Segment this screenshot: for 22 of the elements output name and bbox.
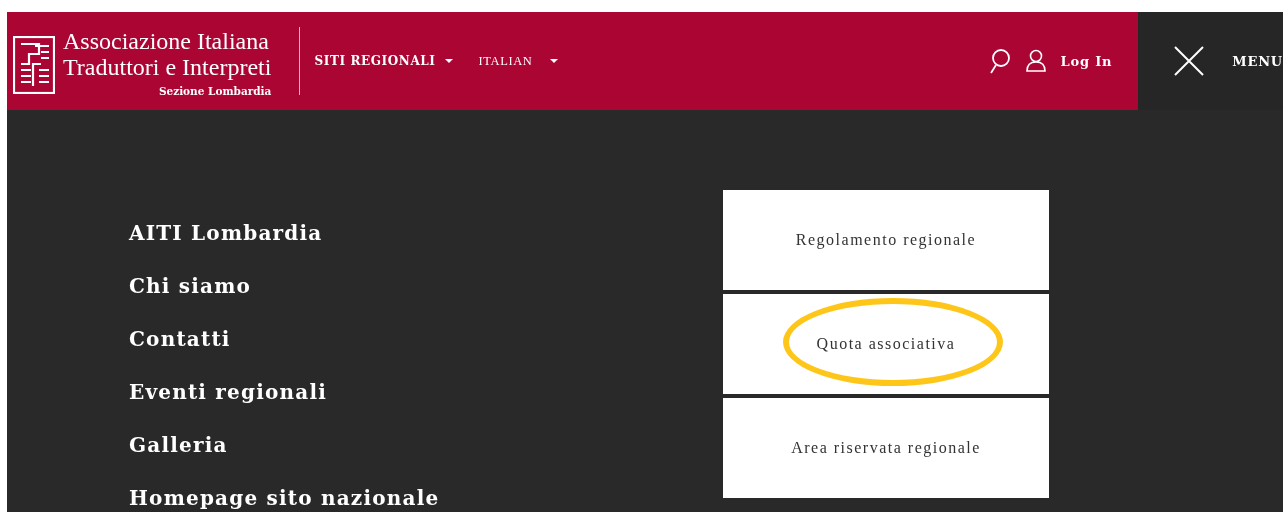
menu-item[interactable]: Homepage sito nazionale: [129, 484, 723, 512]
menu-item[interactable]: Contatti: [129, 325, 723, 378]
nav-dropdown[interactable]: ITALIAN: [478, 53, 559, 69]
caret-icon: [550, 58, 559, 64]
association-name: Traduttori e Interpreti: [63, 53, 272, 80]
menu-item[interactable]: Eventi regionali: [129, 378, 723, 431]
section-name: Sezione Lombardia: [158, 84, 272, 97]
menu-item[interactable]: Galleria: [129, 431, 723, 484]
submenu-card[interactable]: Area riservata regionale: [723, 398, 1049, 498]
submenu-card[interactable]: Regolamento regionale: [723, 190, 1049, 290]
search-icon[interactable]: [988, 48, 1011, 74]
menu-item[interactable]: AITI Lombardia: [129, 219, 723, 272]
nav-dropdown[interactable]: SITI REGIONALI: [314, 53, 453, 69]
user-icon[interactable]: [1024, 49, 1047, 73]
caret-icon: [444, 58, 453, 64]
submenu-card[interactable]: Quota associativa: [723, 294, 1049, 394]
menu-link[interactable]: MENU: [1232, 53, 1283, 69]
login-link[interactable]: Log In: [1060, 53, 1113, 69]
menu-item[interactable]: Chi siamo: [129, 272, 723, 325]
logo-icon: [13, 35, 55, 94]
close-icon[interactable]: [1174, 46, 1205, 76]
association-name: Associazione Italiana: [63, 27, 269, 54]
